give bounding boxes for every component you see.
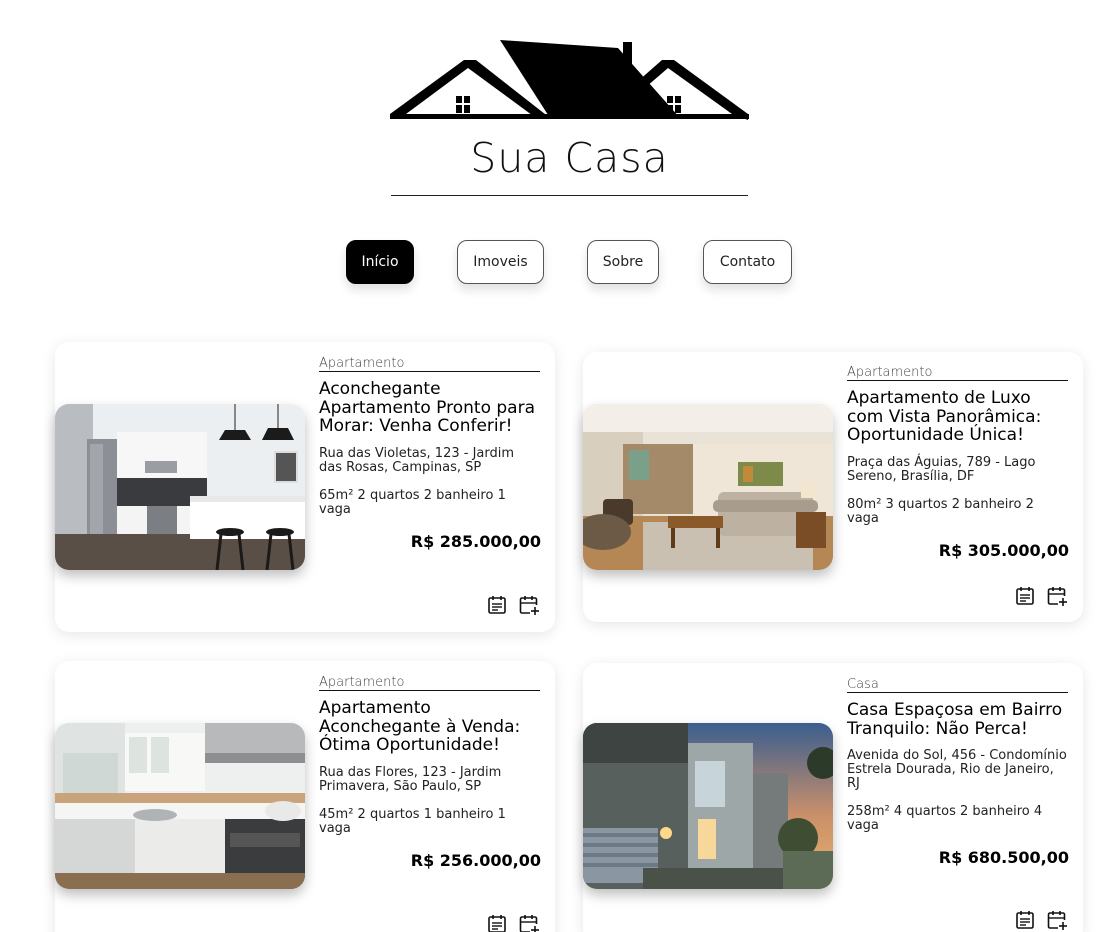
listing-address: Rua das Flores, 123 - Jardim Primavera, …: [319, 764, 502, 794]
listing-card[interactable]: Apartamento Apartamento Aconchegante à V…: [55, 661, 555, 932]
listing-title[interactable]: Casa Espaçosa em Bairro Tranquilo: Não P…: [847, 701, 1069, 738]
calendar-add-icon[interactable]: [1047, 586, 1067, 606]
listing-actions: [1015, 910, 1067, 930]
calendar-details-icon[interactable]: [487, 914, 507, 932]
nav-inicio-button[interactable]: Início: [346, 240, 414, 284]
listing-address: Rua das Violetas, 123 - Jardim das Rosas…: [319, 445, 515, 475]
listing-photo-white-kitchen[interactable]: [55, 723, 305, 889]
calendar-details-icon[interactable]: [1015, 586, 1035, 606]
listing-photo-living-room[interactable]: [583, 404, 833, 570]
listing-specs: 258m² 4 quartos 2 banheiro 4 vaga: [847, 804, 1043, 833]
listing-title[interactable]: Apartamento Aconchegante à Venda: Ótima …: [319, 699, 541, 755]
property-type: Apartamento: [847, 365, 1068, 381]
listing-photo-house-exterior[interactable]: [583, 723, 833, 889]
page: Sua Casa Início Imoveis Sobre Contato Ap…: [0, 0, 1118, 932]
calendar-details-icon[interactable]: [487, 595, 507, 615]
listing-price: R$ 285.000,00: [410, 531, 541, 551]
nav-imoveis-button[interactable]: Imoveis: [457, 240, 544, 284]
living-room-photo-illustration: [583, 404, 833, 570]
listing-actions: [1015, 586, 1067, 606]
listing-specs: 65m² 2 quartos 2 banheiro 1 vaga: [319, 487, 506, 517]
listing-info: Apartamento Apartamento de Luxo com Vist…: [847, 365, 1069, 560]
house-roof-logo: [390, 40, 749, 120]
listing-address: Praça das Águias, 789 - Lago Sereno, Bra…: [847, 454, 1036, 484]
listing-info: Apartamento Apartamento Aconchegante à V…: [319, 675, 541, 870]
calendar-add-icon[interactable]: [1047, 910, 1067, 930]
nav-contato-button[interactable]: Contato: [703, 240, 792, 284]
property-type: Casa: [847, 677, 1068, 693]
listing-card[interactable]: Casa Casa Espaçosa em Bairro Tranquilo: …: [583, 663, 1083, 932]
listing-specs: 80m² 3 quartos 2 banheiro 2 vaga: [847, 496, 1034, 526]
calendar-details-icon[interactable]: [1015, 910, 1035, 930]
listing-title[interactable]: Apartamento de Luxo com Vista Panorâmica…: [847, 389, 1069, 445]
listing-actions: [487, 595, 539, 615]
listing-price: R$ 256.000,00: [410, 850, 541, 870]
property-type: Apartamento: [319, 356, 540, 372]
property-type: Apartamento: [319, 675, 540, 691]
listing-photo-kitchen[interactable]: [55, 404, 305, 570]
nav-sobre-button[interactable]: Sobre: [587, 240, 659, 284]
listing-title[interactable]: Aconchegante Apartamento Pronto para Mor…: [319, 380, 541, 436]
site-logo[interactable]: Sua Casa: [390, 38, 749, 198]
listing-price: R$ 305.000,00: [938, 540, 1069, 560]
white-kitchen-photo-illustration: [55, 723, 305, 889]
brand-divider: [391, 195, 748, 196]
kitchen-photo-illustration: [55, 404, 305, 570]
listing-actions: [487, 914, 539, 932]
calendar-add-icon[interactable]: [519, 914, 539, 932]
listing-specs: 45m² 2 quartos 1 banheiro 1 vaga: [319, 806, 506, 836]
listing-price: R$ 680.500,00: [938, 848, 1069, 867]
brand-name: Sua Casa: [470, 134, 669, 182]
listing-address: Avenida do Sol, 456 - Condomínio Estrela…: [847, 748, 1067, 791]
listing-card[interactable]: Apartamento Apartamento de Luxo com Vist…: [583, 352, 1083, 622]
listing-info: Apartamento Aconchegante Apartamento Pro…: [319, 356, 541, 551]
house-exterior-photo-illustration: [583, 723, 833, 889]
calendar-add-icon[interactable]: [519, 595, 539, 615]
listing-card[interactable]: Apartamento Aconchegante Apartamento Pro…: [55, 342, 555, 632]
listing-info: Casa Casa Espaçosa em Bairro Tranquilo: …: [847, 677, 1069, 867]
